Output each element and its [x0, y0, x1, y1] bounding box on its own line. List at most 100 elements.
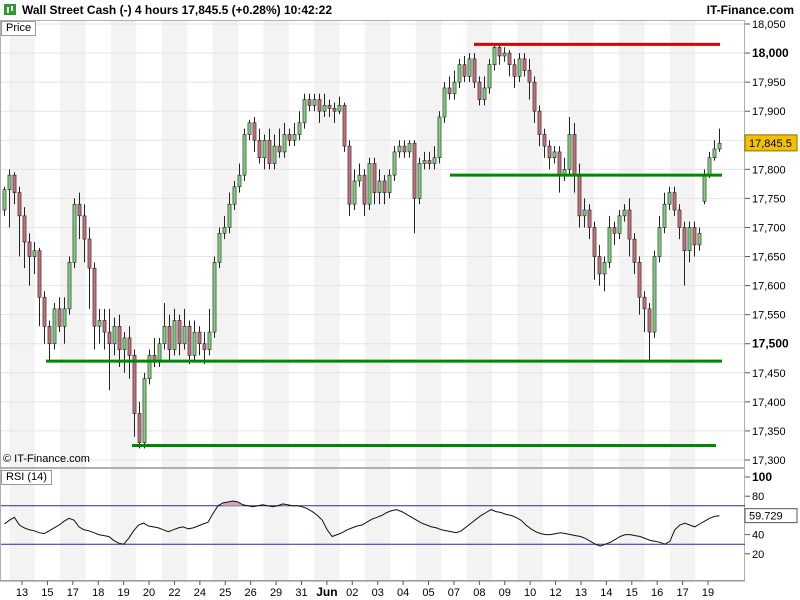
candle-body	[682, 227, 687, 252]
date-tick-label: 03	[372, 587, 384, 599]
day-stripe	[619, 469, 645, 580]
price-tick-label: 18,000	[752, 46, 789, 60]
price-panel-label[interactable]: Price	[1, 21, 37, 36]
candle-body	[362, 174, 367, 205]
day-stripe	[517, 469, 543, 580]
candle-body	[272, 145, 277, 164]
date-tick-label: 18	[92, 587, 104, 599]
day-stripe	[161, 21, 188, 467]
candle-body	[177, 320, 182, 345]
candle-body	[427, 160, 432, 164]
candle-body	[462, 64, 467, 77]
day-stripe	[669, 469, 696, 580]
price-tick-label: 17,600	[752, 281, 786, 293]
candle-body	[707, 157, 712, 176]
candle-body	[137, 413, 142, 443]
candle-body	[387, 174, 392, 193]
candle-body	[7, 174, 12, 190]
candle-body	[717, 142, 722, 150]
candle-body	[2, 189, 7, 211]
price-tick-label: 17,800	[752, 164, 786, 176]
candle-body	[172, 320, 177, 350]
candle-body	[27, 241, 32, 257]
date-tick-label: 04	[397, 587, 409, 599]
candle-body	[57, 308, 62, 327]
price-tick-label: 17,550	[752, 310, 786, 322]
candle-body	[127, 337, 132, 356]
candle-body	[77, 203, 82, 217]
candle-body	[477, 81, 482, 100]
price-tick-label: 17,300	[752, 455, 786, 467]
candle-body	[492, 46, 497, 65]
price-tick-label: 18,050	[752, 19, 786, 31]
candle-body	[337, 105, 342, 112]
candle-body	[437, 116, 442, 159]
candle-body	[592, 227, 597, 257]
candle-body	[157, 343, 162, 362]
candle-body	[257, 139, 262, 159]
date-tick-label: 19	[702, 587, 714, 599]
candle-body	[352, 180, 357, 205]
candle-body	[552, 151, 557, 159]
candle-body	[182, 325, 187, 345]
candle-body	[377, 180, 382, 193]
candle-body	[487, 64, 492, 89]
day-stripe	[110, 21, 137, 467]
candle-body	[242, 134, 247, 176]
candle-body	[632, 238, 637, 263]
candle-body	[497, 46, 502, 57]
candle-body	[162, 325, 167, 345]
date-tick-label: 22	[168, 587, 180, 599]
candle-body	[22, 215, 27, 243]
day-stripe	[415, 21, 442, 467]
candle-body	[327, 105, 332, 109]
day-stripe	[517, 21, 543, 467]
candle-body	[247, 122, 252, 135]
date-tick-label: 26	[245, 587, 257, 599]
candle-body	[92, 267, 97, 327]
date-tick-label: 05	[422, 587, 434, 599]
candle-body	[627, 209, 632, 240]
candle-body	[252, 122, 257, 141]
candle-body	[617, 215, 622, 234]
date-tick-label: 12	[549, 587, 561, 599]
date-tick-label: 17	[67, 587, 79, 599]
candle-body	[87, 238, 92, 269]
weekday-stripes	[9, 21, 696, 580]
price-tick-label: 17,700	[752, 222, 786, 234]
candle-body	[47, 325, 52, 345]
chart-canvas[interactable]: 18,05018,00017,95017,90017,85017,80017,7…	[0, 0, 800, 600]
candle-body	[622, 209, 627, 217]
day-stripe	[314, 21, 340, 467]
candle-body	[577, 174, 582, 217]
date-tick-label: 10	[524, 587, 536, 599]
candle-body	[587, 209, 592, 228]
candle-body	[467, 58, 472, 77]
candle-body	[517, 58, 522, 77]
date-tick-label: 14	[600, 587, 612, 599]
day-stripe	[110, 469, 137, 580]
candle-body	[472, 58, 477, 83]
date-tick-label: 02	[346, 587, 358, 599]
candle-body	[197, 331, 202, 345]
candles	[2, 44, 722, 449]
date-axis: 13 15 17 18 19 20 22 24 25 26 29 31 Jun 02 03 04 05 07 08 0…	[0, 580, 745, 599]
candle-body	[72, 203, 77, 263]
price-tick-label: 17,950	[752, 77, 786, 89]
candle-body	[687, 227, 692, 252]
day-stripe	[212, 469, 238, 580]
rsi-tick-label: 80	[752, 491, 764, 503]
candle-body	[367, 163, 372, 205]
date-tick-label: Jun	[316, 585, 337, 599]
candle-body	[542, 134, 547, 147]
candle-body	[547, 145, 552, 159]
candle-body	[67, 262, 72, 310]
day-stripe	[60, 469, 86, 580]
candle-body	[342, 105, 347, 147]
rsi-panel-label[interactable]: RSI (14)	[1, 470, 52, 485]
price-tick-label: 17,750	[752, 193, 786, 205]
candle-body	[397, 145, 402, 153]
candle-body	[32, 250, 37, 257]
day-stripe	[568, 469, 594, 580]
candle-body	[122, 337, 127, 350]
